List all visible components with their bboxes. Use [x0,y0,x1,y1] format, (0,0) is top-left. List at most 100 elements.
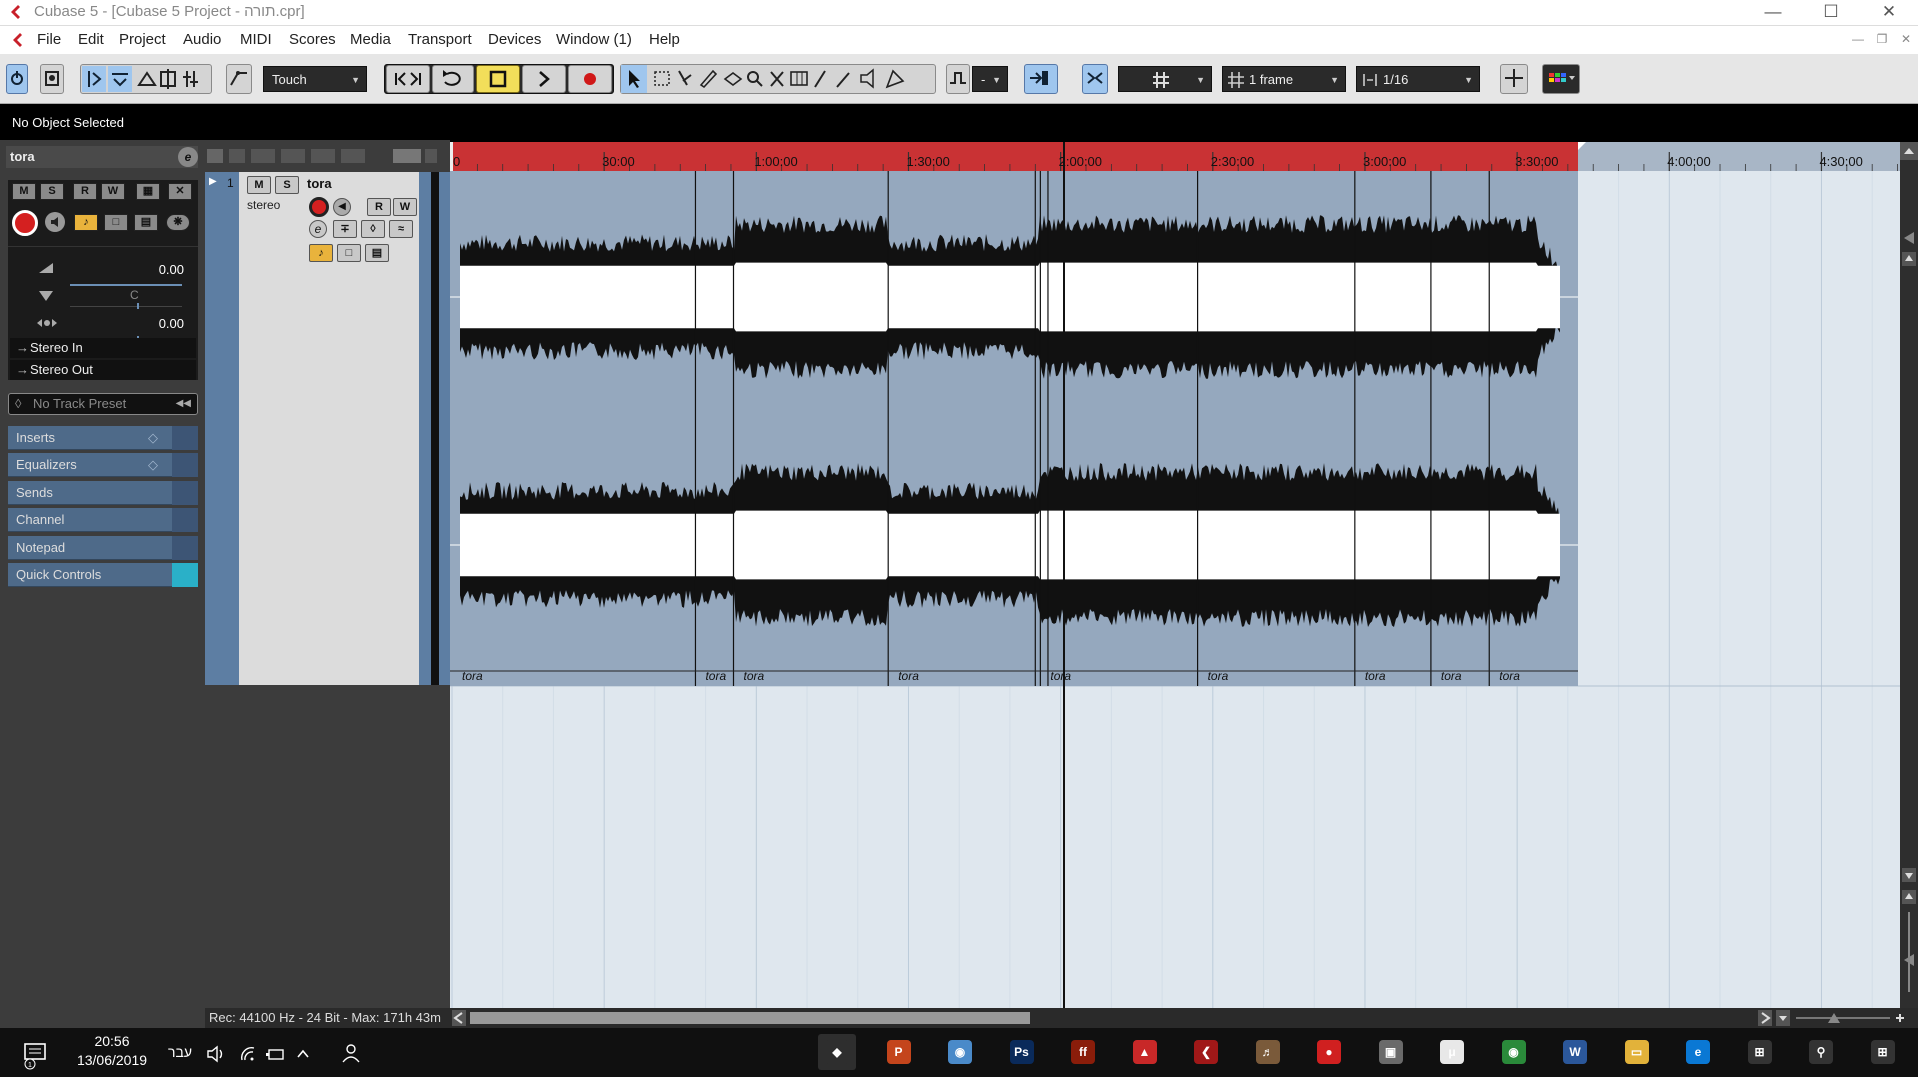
audio-event-label[interactable]: tora [1050,669,1071,683]
automation-icon[interactable] [226,64,252,94]
menu-file[interactable]: File [37,30,61,50]
taskbar-app-cubase-5[interactable]: ❮ [1187,1034,1225,1070]
menu-window[interactable]: Window (1) [556,30,632,50]
track-inserts-icon[interactable]: ∓ [333,220,357,238]
project-cursor[interactable] [1063,142,1066,1016]
audio-event-label[interactable]: tora [744,669,765,683]
menu-audio[interactable]: Audio [183,30,221,50]
freeze-icon[interactable]: ❋ [166,214,190,231]
audio-event-label[interactable]: tora [898,669,919,683]
track-mute-button[interactable]: M [247,176,271,194]
project-window[interactable]: tora tora tora tora tora tora tora tora tora [450,142,1904,1016]
track-preset-field[interactable]: ◊ No Track Preset ◀◀ [8,393,198,415]
horizontal-scrollbar[interactable] [450,1008,1918,1028]
pan-value[interactable]: C [130,288,139,302]
taskbar-app-opera[interactable]: ● [1310,1034,1348,1070]
output-routing[interactable]: → Stereo Out [10,360,196,380]
record-enable-button[interactable] [12,210,38,236]
automation-mode-dropdown[interactable]: Touch ▼ [263,66,367,92]
mdi-close-button[interactable]: ✕ [1896,32,1916,46]
menu-devices[interactable]: Devices [488,30,541,50]
taskbar-app-fontforge[interactable]: ff [1064,1034,1102,1070]
inspector-track-name[interactable]: tora ▶ [6,146,198,168]
taskbar-app-file-explorer[interactable]: ▭ [1618,1034,1656,1070]
section-inserts[interactable]: Inserts ◇ [8,426,198,450]
audio-event-label[interactable]: tora [462,669,483,683]
section-notepad[interactable]: Notepad [8,536,198,560]
track-record-button[interactable] [309,197,329,217]
people-icon[interactable] [340,1042,364,1066]
mdi-restore-button[interactable]: ❐ [1872,32,1892,46]
quick-controls-icon[interactable] [172,563,198,587]
section-channel[interactable]: Channel [8,508,198,532]
audio-event-label[interactable]: tora [1499,669,1520,683]
sends-bypass-icon[interactable] [172,481,198,505]
audio-event-label[interactable]: tora [1365,669,1386,683]
input-routing[interactable]: → Stereo In [10,338,196,358]
track-read-button[interactable]: R [367,198,391,216]
goto-start-end-button[interactable] [386,65,430,93]
taskbar-app-scanner[interactable]: ▣ [1372,1034,1410,1070]
edit-instrument-icon[interactable]: ▦ [136,183,160,200]
cycle-button[interactable] [432,65,474,93]
track-time-base-button[interactable]: ♪ [309,244,333,262]
system-tray[interactable] [206,1044,326,1064]
audio-event-label[interactable]: tora [1441,669,1462,683]
track-row[interactable]: ▶ 1 M S tora stereo ◀ R W e ∓ ◊ ≈ ♪ □ ▤ [205,172,450,685]
lock-icon[interactable]: □ [104,214,128,231]
track-edit-button[interactable]: e [309,220,327,238]
notifications-icon[interactable]: 1 [20,1040,50,1070]
track-eq-icon[interactable]: ◊ [361,220,385,238]
taskbar-app-photoshop[interactable]: Ps [1003,1034,1041,1070]
lane-display-icon[interactable]: ▤ [134,214,158,231]
section-sends[interactable]: Sends [8,481,198,505]
snap-type-dropdown[interactable]: ▼ [1118,66,1212,92]
eq-bypass-icon[interactable] [172,453,198,477]
grid-type-dropdown[interactable]: 1 frame ▼ [1222,66,1346,92]
cubase-menu-icon[interactable] [10,32,24,48]
volume-value[interactable]: 0.00 [159,262,184,277]
taskbar-app-search[interactable]: ⚲ [1802,1034,1840,1070]
track-monitor-button[interactable]: ◀ [333,198,351,216]
nudge-dropdown[interactable]: - ▼ [972,66,1008,92]
quantize-dropdown[interactable]: 1/16 ▼ [1356,66,1480,92]
activate-project-button[interactable] [6,64,28,94]
timeline-ruler[interactable]: 0 30:00 1:00:00 1:30:00 2:00:00 2:30:00 3:00:0… [450,142,1904,171]
inspector-mute-button[interactable]: M [12,183,36,200]
inspector-read-button[interactable]: R [73,183,97,200]
crosshair-cursor-button[interactable] [1500,64,1528,94]
audio-event-label[interactable]: tora [705,669,726,683]
track-sends-icon[interactable]: ≈ [389,220,413,238]
inserts-bypass-icon[interactable] [172,426,198,450]
menu-project[interactable]: Project [119,30,166,50]
expand-track-icon[interactable]: ▶ [209,176,217,187]
snap-on-off-button[interactable] [1024,64,1058,94]
stop-button[interactable] [476,65,520,93]
track-write-button[interactable]: W [393,198,417,216]
taskbar-app-edge[interactable]: e [1679,1034,1717,1070]
track-lanes-icon[interactable]: ▤ [365,244,389,262]
notepad-icon[interactable] [172,536,198,560]
taskbar-app-task-view[interactable]: ⊞ [1741,1034,1779,1070]
autoscroll-icon[interactable] [946,64,970,94]
taskbar-app-start[interactable]: ⊞ [1864,1034,1902,1070]
edit-channel-settings-button[interactable]: e [178,147,198,167]
taskbar-app-paint[interactable]: ◉ [941,1034,979,1070]
monitor-button[interactable] [45,212,65,232]
audio-event-label[interactable]: tora [1208,669,1229,683]
bypass-icon[interactable]: ✕ [168,183,192,200]
track-lock-icon[interactable]: □ [337,244,361,262]
menu-media[interactable]: Media [350,30,391,50]
section-quick-controls[interactable]: Quick Controls [8,563,198,587]
taskbar-app-powerpoint[interactable]: P [880,1034,918,1070]
menu-transport[interactable]: Transport [408,30,472,50]
section-equalizers[interactable]: Equalizers ◇ [8,453,198,477]
clock[interactable]: 20:56 13/06/2019 [70,1032,154,1070]
time-base-button[interactable]: ♪ [74,214,98,231]
inspector-solo-button[interactable]: S [40,183,64,200]
taskbar-app-acrobat[interactable]: ▲ [1126,1034,1164,1070]
menu-help[interactable]: Help [649,30,680,50]
taskbar-app-chrome[interactable]: ◉ [1495,1034,1533,1070]
vertical-scrollbar[interactable] [1900,142,1918,1008]
taskbar-app-audio-editor[interactable]: ♬ [1249,1034,1287,1070]
